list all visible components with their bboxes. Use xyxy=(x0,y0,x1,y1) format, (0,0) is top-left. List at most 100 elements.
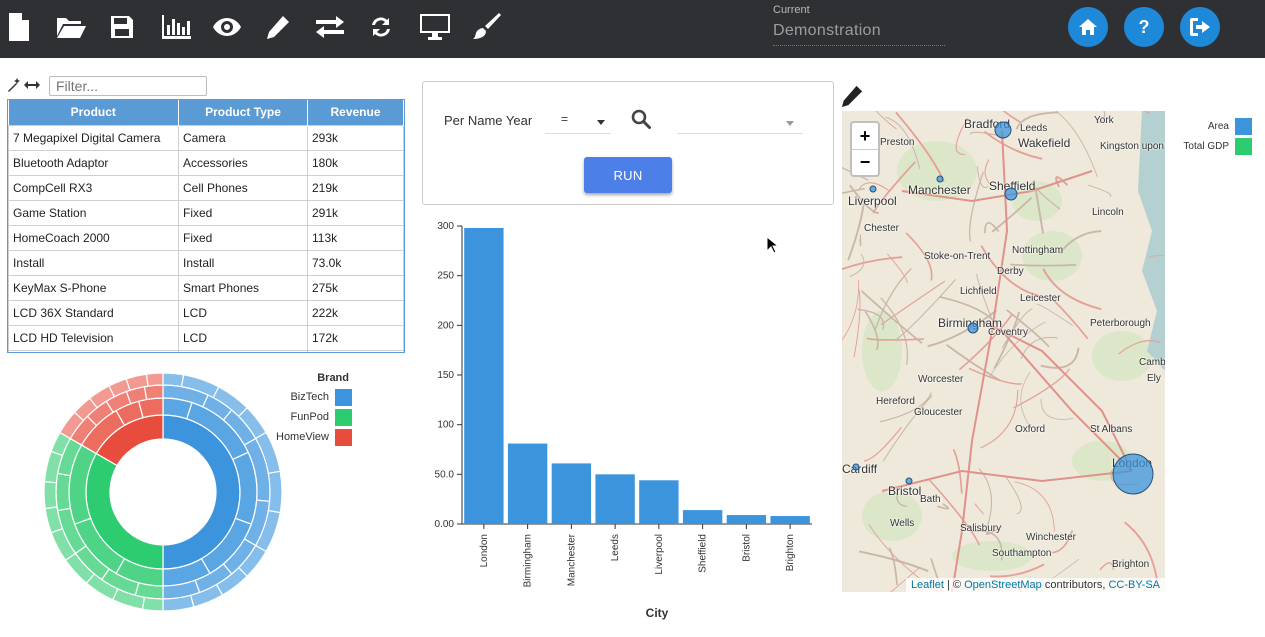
save-icon[interactable] xyxy=(105,9,139,45)
bar-london[interactable] xyxy=(464,227,504,524)
swap-icon[interactable] xyxy=(313,9,347,45)
sunburst-segment-biztech[interactable] xyxy=(162,372,185,388)
map-bubble-marker[interactable] xyxy=(1112,453,1154,495)
sunburst-segment-biztech[interactable] xyxy=(267,470,283,514)
cell-product-type: LCD xyxy=(178,299,308,326)
sunburst-segment-homeview[interactable] xyxy=(137,397,164,419)
legend-item-funpod[interactable]: FunPod xyxy=(270,407,352,427)
new-file-icon[interactable] xyxy=(2,9,36,45)
sunburst-segment-homeview[interactable] xyxy=(145,372,164,387)
value-select[interactable] xyxy=(677,112,803,134)
x-tick-label: London xyxy=(479,534,490,567)
bar-brighton[interactable] xyxy=(770,516,810,524)
map-bubble-marker[interactable] xyxy=(994,121,1012,139)
sunburst-segment-funpod[interactable] xyxy=(55,472,72,512)
table-row[interactable]: HomeCoach 2000 Fixed 113k xyxy=(8,224,404,251)
sunburst-segment-homeview[interactable] xyxy=(143,384,164,401)
cell-product: Bluetooth Adaptor xyxy=(8,149,179,176)
cell-product: 7 Megapixel Digital Camera xyxy=(8,124,179,151)
table-filter-input[interactable] xyxy=(49,76,207,96)
map-attribution: Leaflet | © OpenStreetMap contributors, … xyxy=(905,578,1165,592)
cell-product: KeyMax S-Phone xyxy=(8,274,179,301)
city-bar-chart[interactable]: 300 250 200 150 100 50.0 0.00 London Birmingham M… xyxy=(422,210,832,630)
zoom-out-button[interactable]: − xyxy=(852,149,878,175)
pencil-icon[interactable] xyxy=(261,9,295,45)
brand-sunburst-chart[interactable] xyxy=(33,362,293,622)
edit-pencil-icon[interactable] xyxy=(841,85,863,107)
help-button[interactable]: ? xyxy=(1124,7,1164,47)
y-tick-label: 200 xyxy=(437,320,454,331)
bar-liverpool[interactable] xyxy=(639,480,679,524)
bar-bristol[interactable] xyxy=(726,515,767,524)
table-row[interactable]: LCD 36X Standard LCD 222k xyxy=(8,299,404,326)
logout-button[interactable] xyxy=(1180,7,1220,47)
operator-value: = xyxy=(561,112,569,126)
resize-horizontal-icon[interactable] xyxy=(24,78,40,92)
table-row[interactable]: 7 Megapixel Digital Camera Camera 293k xyxy=(8,124,404,151)
map-bubble-marker[interactable] xyxy=(905,477,913,485)
column-header-revenue[interactable]: Revenue xyxy=(307,100,404,125)
magic-wand-icon[interactable] xyxy=(7,78,21,92)
legend-swatch xyxy=(335,388,352,406)
sunburst-segment-funpod[interactable] xyxy=(141,596,164,612)
map-bubble-marker[interactable] xyxy=(869,185,877,193)
caret-down-icon xyxy=(786,121,794,126)
product-table: Product Product Type Revenue 7 Megapixel… xyxy=(7,99,405,353)
current-dashboard-name[interactable]: Demonstration xyxy=(773,22,945,46)
run-button[interactable]: RUN xyxy=(584,157,672,193)
map-bubble-marker[interactable] xyxy=(1004,187,1018,201)
main-toolbar: Current Demonstration ? xyxy=(0,0,1265,58)
cell-product-type: Camera xyxy=(178,124,308,151)
table-row[interactable]: CompCell RX3 Cell Phones 219k xyxy=(8,174,404,201)
search-icon[interactable] xyxy=(631,109,651,129)
query-form-panel: Per Name Year = RUN xyxy=(422,81,834,205)
map-bubble-marker[interactable] xyxy=(936,175,944,183)
legend-swatch xyxy=(1235,137,1252,155)
map-bubble-marker[interactable] xyxy=(852,463,860,471)
bar-manchester[interactable] xyxy=(551,463,592,524)
zoom-in-button[interactable]: + xyxy=(852,123,878,149)
brush-icon[interactable] xyxy=(470,9,504,45)
cell-revenue: 291k xyxy=(307,199,404,226)
current-label: Current xyxy=(773,4,810,16)
leaflet-link[interactable]: Leaflet xyxy=(911,579,944,591)
monitor-icon[interactable] xyxy=(418,9,452,45)
column-header-product-type[interactable]: Product Type xyxy=(178,100,308,125)
map-bubble-marker[interactable] xyxy=(967,322,979,334)
cell-revenue: 275k xyxy=(307,274,404,301)
column-header-product[interactable]: Product xyxy=(8,100,179,125)
table-tools xyxy=(7,78,40,92)
cell-product-type: Fixed xyxy=(178,224,308,251)
table-row[interactable]: Install Install 73.0k xyxy=(8,249,404,276)
legend-item-area[interactable]: Area xyxy=(1172,116,1252,136)
table-row[interactable]: Bluetooth Adaptor Accessories 180k xyxy=(8,149,404,176)
cell-revenue: 180k xyxy=(307,149,404,176)
sunburst-segment-funpod[interactable] xyxy=(43,480,58,510)
osm-link[interactable]: OpenStreetMap xyxy=(964,579,1042,591)
cell-product-type: Install xyxy=(178,249,308,276)
bar-sheffield[interactable] xyxy=(682,510,723,524)
bar-chart-icon[interactable] xyxy=(159,9,193,45)
bar-leeds[interactable] xyxy=(595,474,635,524)
table-row[interactable]: KeyMax S-Phone Smart Phones 275k xyxy=(8,274,404,301)
home-button[interactable] xyxy=(1068,7,1108,47)
legend-item-homeview[interactable]: HomeView xyxy=(270,427,352,447)
open-folder-icon[interactable] xyxy=(54,9,88,45)
cell-product: Install xyxy=(8,249,179,276)
table-row[interactable]: Game Station Fixed 291k xyxy=(8,199,404,226)
operator-select[interactable]: = xyxy=(545,112,611,134)
uk-map[interactable]: Bradford Leeds Wakefield Preston Manchester S… xyxy=(842,111,1165,592)
table-row[interactable]: LCD HD Television LCD 172k xyxy=(8,324,404,351)
bar-birmingham[interactable] xyxy=(507,443,548,524)
eye-icon[interactable] xyxy=(210,9,244,45)
legend-item-biztech[interactable]: BizTech xyxy=(270,387,352,407)
legend-item-total-gdp[interactable]: Total GDP xyxy=(1172,136,1252,156)
license-link[interactable]: CC-BY-SA xyxy=(1108,579,1160,591)
refresh-icon[interactable] xyxy=(364,9,398,45)
x-tick-label: Manchester xyxy=(566,533,577,586)
cell-revenue: 293k xyxy=(307,124,404,151)
cell-product-type: Fixed xyxy=(178,199,308,226)
table-header-row: Product Product Type Revenue xyxy=(8,100,404,125)
home-icon xyxy=(1079,19,1097,35)
x-axis-title: City xyxy=(646,606,669,620)
